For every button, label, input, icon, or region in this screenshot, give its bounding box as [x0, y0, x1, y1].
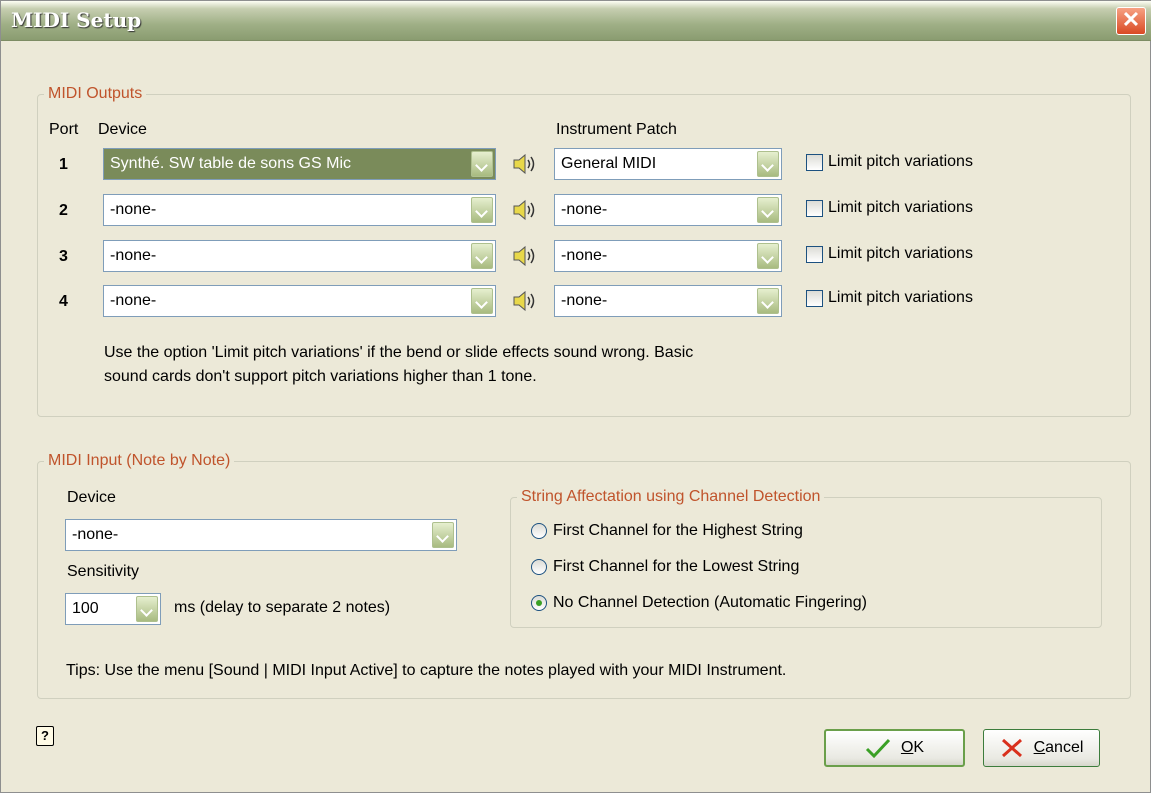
cancel-mnemonic: C [1033, 739, 1046, 756]
limit-pitch-checkbox-3[interactable]: Limit pitch variations [806, 245, 973, 263]
sensitivity-select[interactable]: 100 [65, 593, 161, 625]
chevron-down-icon[interactable] [471, 243, 493, 269]
sensitivity-unit-label: ms (delay to separate 2 notes) [174, 599, 391, 616]
radio-no-channel-detection-label: No Channel Detection (Automatic Fingerin… [553, 594, 867, 611]
input-device-label: Device [67, 489, 116, 506]
output-device-select-1[interactable]: Synthé. SW table de sons GS Mic [103, 148, 496, 180]
instrument-patch-select-3[interactable]: -none- [554, 240, 782, 272]
chevron-down-icon[interactable] [471, 288, 493, 314]
limit-pitch-checkbox-1[interactable]: Limit pitch variations [806, 153, 973, 171]
limit-pitch-label: Limit pitch variations [828, 289, 973, 306]
instrument-patch-select-4[interactable]: -none- [554, 285, 782, 317]
speaker-icon[interactable] [511, 288, 537, 314]
checkbox-icon[interactable] [806, 289, 823, 307]
question-mark-icon: ? [41, 728, 49, 743]
radio-icon[interactable] [531, 523, 547, 539]
radio-no-channel-detection[interactable]: No Channel Detection (Automatic Fingerin… [531, 594, 867, 612]
midi-setup-dialog: MIDI Setup ✕ MIDI Outputs Port Device In… [0, 0, 1151, 793]
limit-pitch-checkbox-2[interactable]: Limit pitch variations [806, 199, 973, 217]
sensitivity-value: 100 [72, 600, 99, 617]
limit-pitch-label: Limit pitch variations [828, 153, 973, 170]
port-number: 4 [59, 293, 68, 310]
port-number: 1 [59, 156, 68, 173]
radio-lowest-string[interactable]: First Channel for the Lowest String [531, 558, 799, 576]
speaker-icon[interactable] [511, 151, 537, 177]
help-icon[interactable]: ? [36, 726, 54, 746]
output-device-select-3[interactable]: -none- [103, 240, 496, 272]
cancel-button[interactable]: Cancel [983, 729, 1100, 767]
speaker-icon[interactable] [511, 197, 537, 223]
cancel-label: ancel [1045, 739, 1084, 756]
ok-mnemonic: O [900, 739, 914, 756]
ok-button[interactable]: OK [824, 729, 965, 767]
limit-pitch-note-line-2: sound cards don't support pitch variatio… [104, 368, 537, 385]
radio-lowest-string-label: First Channel for the Lowest String [553, 558, 800, 575]
instrument-patch-value: -none- [561, 201, 608, 218]
midi-input-legend: MIDI Input (Note by Note) [48, 452, 231, 469]
speaker-icon[interactable] [511, 243, 537, 269]
output-device-value: -none- [110, 292, 157, 309]
output-device-value: Synthé. SW table de sons GS Mic [110, 155, 351, 172]
instrument-patch-select-1[interactable]: General MIDI [554, 148, 782, 180]
limit-pitch-note-line-1: Use the option 'Limit pitch variations' … [104, 344, 694, 361]
checkbox-icon[interactable] [806, 199, 823, 217]
chevron-down-icon[interactable] [471, 151, 493, 177]
port-number: 3 [59, 248, 68, 265]
radio-highest-string-label: First Channel for the Highest String [553, 522, 803, 539]
output-device-select-4[interactable]: -none- [103, 285, 496, 317]
chevron-down-icon[interactable] [471, 197, 493, 223]
midi-outputs-legend: MIDI Outputs [48, 85, 143, 102]
output-device-value: -none- [110, 201, 157, 218]
instrument-patch-header: Instrument Patch [556, 121, 677, 138]
ok-label: K [913, 739, 925, 756]
chevron-down-icon[interactable] [757, 243, 779, 269]
limit-pitch-checkbox-4[interactable]: Limit pitch variations [806, 289, 973, 307]
chevron-down-icon[interactable] [757, 288, 779, 314]
chevron-down-icon[interactable] [136, 596, 158, 622]
limit-pitch-label: Limit pitch variations [828, 245, 973, 262]
checkmark-icon [865, 738, 891, 759]
x-icon [1001, 738, 1022, 758]
close-button[interactable]: ✕ [1116, 7, 1146, 35]
instrument-patch-value: -none- [561, 292, 608, 309]
output-device-value: -none- [110, 247, 157, 264]
radio-highest-string[interactable]: First Channel for the Highest String [531, 522, 803, 540]
chevron-down-icon[interactable] [757, 197, 779, 223]
radio-selected-icon[interactable] [531, 595, 547, 611]
output-device-select-2[interactable]: -none- [103, 194, 496, 226]
input-device-value: -none- [72, 526, 119, 543]
port-number: 2 [59, 202, 68, 219]
sensitivity-label: Sensitivity [67, 563, 140, 580]
title-bar: MIDI Setup ✕ [1, 1, 1151, 41]
radio-icon[interactable] [531, 559, 547, 575]
string-affectation-legend: String Affectation using Channel Detecti… [521, 488, 821, 505]
tips-text: Tips: Use the menu [Sound | MIDI Input A… [66, 662, 787, 679]
chevron-down-icon[interactable] [757, 151, 779, 177]
instrument-patch-select-2[interactable]: -none- [554, 194, 782, 226]
instrument-patch-value: General MIDI [561, 155, 657, 172]
limit-pitch-label: Limit pitch variations [828, 199, 973, 216]
checkbox-icon[interactable] [806, 153, 823, 171]
chevron-down-icon[interactable] [432, 522, 454, 548]
window-title: MIDI Setup [11, 8, 142, 32]
instrument-patch-value: -none- [561, 247, 608, 264]
input-device-select[interactable]: -none- [65, 519, 457, 551]
device-header: Device [98, 121, 147, 138]
checkbox-icon[interactable] [806, 245, 823, 263]
close-icon: ✕ [1121, 7, 1141, 32]
port-header: Port [49, 121, 79, 138]
